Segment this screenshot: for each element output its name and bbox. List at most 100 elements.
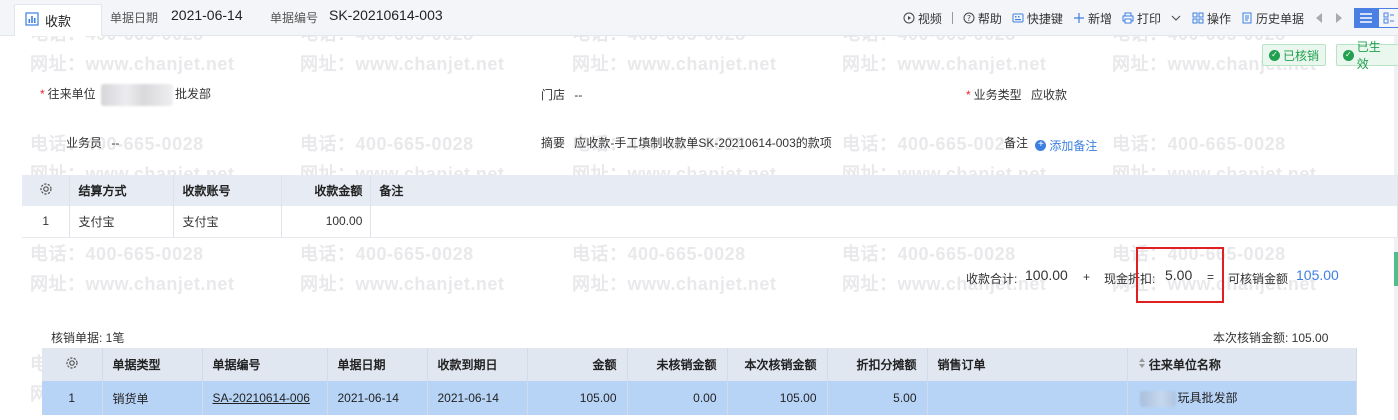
watermark-text: 网址：www.chanjet.net: [842, 54, 1047, 74]
top-bar: 收款 单据日期 2021-06-14 单据编号 SK-20210614-003 …: [0, 0, 1398, 36]
watermark-text: 电话：400-665-0028: [300, 134, 474, 154]
column-settings[interactable]: [22, 175, 71, 206]
watermark-text: 电话：400-665-0028: [842, 244, 1016, 264]
summary-label: 摘要: [541, 136, 566, 150]
view-toggle: [1354, 8, 1398, 28]
add-remark-link[interactable]: + 添加备注: [1035, 137, 1097, 154]
table-row[interactable]: 1 销货单 SA-20210614-006 2021-06-14 2021-06…: [42, 381, 1357, 415]
doc-date-value: 2021-06-14: [171, 7, 243, 23]
biz-type-field[interactable]: * 业务类型 应收款: [966, 86, 1067, 103]
toolbar-divider: [951, 12, 953, 24]
svg-text:?: ?: [967, 14, 971, 23]
list-view-icon[interactable]: [1354, 8, 1378, 28]
new-label: 新增: [1087, 11, 1112, 26]
partner-field[interactable]: * 往来单位 批发部: [40, 84, 211, 106]
table-header-row: 单据类型 单据编号 单据日期 收款到期日 金额 未核销金额 本次核销金额 折扣分…: [42, 348, 1357, 381]
doc-no-link-label[interactable]: SA-20210614-006: [213, 391, 310, 405]
check-icon: ✓: [1269, 49, 1280, 61]
writeoff-count: 核销单据: 1笔: [51, 331, 125, 345]
column-header: 收款金额: [281, 175, 372, 206]
column-header: 结算方式: [69, 175, 175, 206]
question-icon: ?: [963, 12, 975, 24]
print-button[interactable]: 打印: [1122, 10, 1182, 27]
column-header-label: 往来单位名称: [1148, 358, 1221, 372]
note-cell[interactable]: [370, 206, 1398, 238]
doc-no-value: SK-20210614-003: [329, 7, 443, 23]
table-header-row: 结算方式 收款账号 收款金额 备注: [22, 175, 1398, 206]
receipt-total-value: 100.00: [1025, 267, 1068, 283]
column-header: 单据日期: [327, 348, 428, 381]
operate-button[interactable]: 操作: [1192, 10, 1231, 27]
partner-name-label: 玩具批发部: [1177, 391, 1238, 406]
row-number: 1: [22, 206, 71, 238]
plus-sign: +: [1083, 270, 1091, 284]
print-label: 打印: [1136, 11, 1161, 26]
summary-field[interactable]: 摘要 应收款-手工填制收款单SK-20210614-003的款项: [541, 134, 832, 151]
writeoff-table: 单据类型 单据编号 单据日期 收款到期日 金额 未核销金额 本次核销金额 折扣分…: [42, 348, 1357, 415]
remark-field: 备注 + 添加备注: [1004, 134, 1097, 154]
video-button[interactable]: 视频: [903, 10, 942, 27]
salesman-label: 业务员: [66, 136, 103, 150]
status-badge-label: 已核销: [1283, 48, 1320, 63]
chevron-down-icon[interactable]: [1170, 12, 1182, 24]
grid-icon: [1192, 12, 1204, 24]
column-header: 备注: [370, 175, 1398, 206]
history-label: 历史单据: [1255, 11, 1304, 26]
watermark-text: 网址：www.chanjet.net: [572, 274, 777, 294]
column-header: 折扣分摊额: [827, 348, 928, 381]
chart-icon: [25, 12, 39, 29]
writeoff-available-label: 可核销金额: [1228, 272, 1289, 286]
sales-order-cell: [927, 381, 1128, 415]
new-button[interactable]: 新增: [1073, 10, 1112, 27]
account-cell[interactable]: 支付宝: [173, 206, 283, 238]
watermark-text: 电话：400-665-0028: [1112, 134, 1286, 154]
discount-share-cell[interactable]: 5.00: [827, 381, 928, 415]
column-header: 销售订单: [927, 348, 1128, 381]
toolbar: 视频 ? 帮助 快捷键 新增 打印 操作 历史单据: [903, 7, 1398, 29]
column-settings[interactable]: [42, 348, 103, 381]
doc-type-cell: 销货单: [102, 381, 203, 415]
side-tab[interactable]: [1394, 252, 1398, 286]
status-badge-label: 已生效: [1356, 40, 1381, 71]
current-writeoff-cell[interactable]: 105.00: [727, 381, 828, 415]
column-header: 收款到期日: [427, 348, 528, 381]
store-label: 门店: [541, 88, 566, 102]
card-view-icon[interactable]: [1378, 8, 1398, 28]
prev-arrow-icon[interactable]: [1314, 12, 1324, 24]
printer-icon: [1122, 12, 1134, 24]
partner-label: 往来单位: [47, 87, 96, 102]
amount-cell[interactable]: 100.00: [281, 206, 372, 238]
gear-icon[interactable]: [65, 356, 79, 370]
check-icon: ✓: [1343, 49, 1354, 61]
play-icon: [903, 12, 915, 24]
writeoff-available-value: 105.00: [1296, 267, 1339, 283]
writeoff-current-amount: 本次核销金额: 105.00: [1213, 331, 1329, 345]
plus-icon: [1073, 13, 1084, 23]
sort-icon[interactable]: [1138, 357, 1146, 369]
watermark-text: 网址：www.chanjet.net: [300, 54, 505, 74]
shortcuts-label: 快捷键: [1026, 11, 1063, 26]
column-header: 单据编号: [202, 348, 328, 381]
column-header: 本次核销金额: [727, 348, 828, 381]
gear-icon[interactable]: [39, 182, 53, 196]
table-row[interactable]: 1 支付宝 支付宝 100.00: [22, 206, 1398, 238]
partner-name-header[interactable]: 往来单位名称: [1127, 348, 1357, 381]
tab-receipt[interactable]: 收款: [14, 4, 102, 36]
next-arrow-icon[interactable]: [1334, 12, 1344, 24]
help-button[interactable]: ? 帮助: [963, 10, 1002, 27]
history-button[interactable]: 历史单据: [1241, 10, 1304, 27]
watermark-text: 网址：www.chanjet.net: [30, 274, 235, 294]
salesman-field[interactable]: 业务员 --: [66, 134, 119, 151]
doc-no-link[interactable]: SA-20210614-006: [202, 381, 328, 415]
store-field[interactable]: 门店 --: [541, 86, 582, 103]
shortcuts-button[interactable]: 快捷键: [1012, 10, 1063, 27]
biz-type-value: 应收款: [1031, 88, 1068, 102]
settle-method-cell[interactable]: 支付宝: [69, 206, 175, 238]
add-remark-label: 添加备注: [1049, 138, 1098, 153]
watermark-text: 网址：www.chanjet.net: [572, 54, 777, 74]
document-icon: [1242, 12, 1252, 24]
column-header: 收款账号: [173, 175, 283, 206]
settlement-table: 结算方式 收款账号 收款金额 备注 1 支付宝 支付宝 100.00: [22, 175, 1398, 238]
redacted-block: [1139, 390, 1176, 407]
unverified-amount-cell: 0.00: [627, 381, 728, 415]
